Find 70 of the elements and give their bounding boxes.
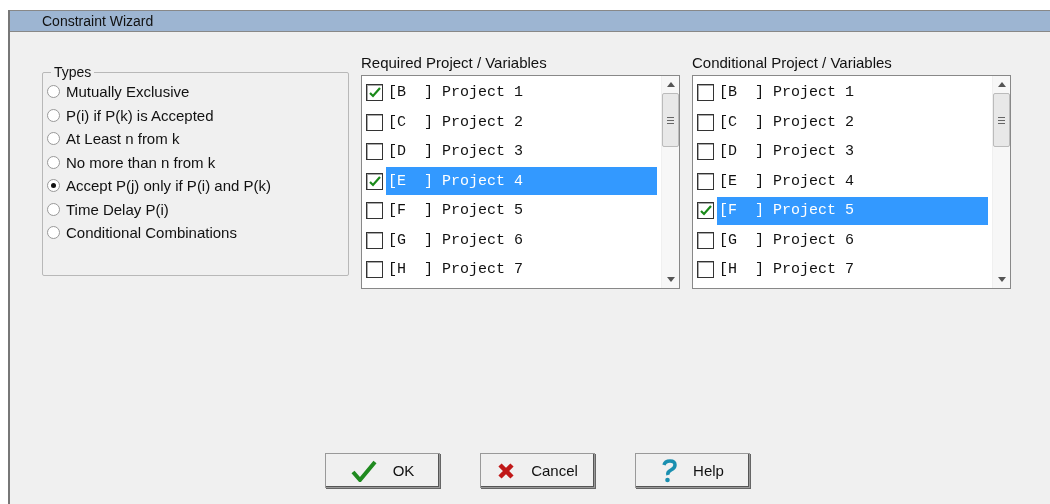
list-item[interactable]: [C ] Project 2 <box>386 108 657 137</box>
checkbox[interactable] <box>366 231 383 249</box>
list-item[interactable]: [E ] Project 4 <box>717 167 988 196</box>
radio-option[interactable]: Conditional Combinations <box>47 221 348 245</box>
list-item[interactable]: [D ] Project 3 <box>386 137 657 166</box>
radio-option[interactable]: Mutually Exclusive <box>47 80 348 104</box>
checkbox[interactable] <box>366 84 383 102</box>
radio-option[interactable]: Time Delay P(i) <box>47 197 348 221</box>
list-item[interactable]: [H ] Project 7 <box>717 255 988 284</box>
option-label: At Least n from k <box>66 130 180 148</box>
list-item[interactable]: [H ] Project 7 <box>386 255 657 284</box>
scroll-up-icon <box>666 82 675 87</box>
list-item[interactable]: [B ] Project 1 <box>386 78 657 107</box>
checkbox[interactable] <box>697 143 714 161</box>
scroll-down-icon <box>997 277 1006 282</box>
list-label: Required Project / Variables <box>361 54 548 71</box>
list-label: Conditional Project / Variables <box>692 54 893 71</box>
checkbox[interactable] <box>366 202 383 220</box>
checkbox[interactable] <box>697 231 714 249</box>
group-label: Types <box>53 64 93 80</box>
ok-button[interactable]: OK <box>325 453 440 488</box>
check-icon <box>368 87 381 99</box>
list-item[interactable]: [G ] Project 6 <box>386 226 657 255</box>
scroll-thumb[interactable] <box>662 93 679 147</box>
list-item[interactable]: [C ] Project 2 <box>717 108 988 137</box>
check-icon <box>368 175 381 187</box>
close-icon <box>497 461 516 480</box>
option-label: Accept P(j) only if P(i) and P(k) <box>66 177 272 195</box>
scroll-down-icon <box>666 277 675 282</box>
checkbox[interactable] <box>697 261 714 279</box>
radio-button[interactable] <box>47 85 60 99</box>
list-item[interactable]: [B ] Project 1 <box>717 78 988 107</box>
help-button[interactable]: Help <box>635 453 750 488</box>
cancel-button[interactable]: Cancel <box>480 453 595 488</box>
radio-button[interactable] <box>47 155 60 169</box>
radio-button[interactable] <box>47 108 60 122</box>
radio-option[interactable]: No more than n from k <box>47 150 348 174</box>
checkbox[interactable] <box>366 143 383 161</box>
window-title: Constraint Wizard <box>10 10 1050 32</box>
option-label: Time Delay P(i) <box>66 200 169 218</box>
radio-button[interactable] <box>47 132 60 146</box>
checkbox[interactable] <box>366 172 383 190</box>
checkbox[interactable] <box>697 84 714 102</box>
option-label: Conditional Combinations <box>66 224 237 242</box>
radio-option[interactable]: Accept P(j) only if P(i) and P(k) <box>47 174 348 198</box>
radio-button[interactable] <box>47 202 60 216</box>
checkbox[interactable] <box>366 261 383 279</box>
radio-option[interactable]: P(i) if P(k) is Accepted <box>47 103 348 127</box>
question-icon <box>661 458 678 483</box>
list-item[interactable]: [G ] Project 6 <box>717 226 988 255</box>
option-label: Mutually Exclusive <box>66 83 190 101</box>
check-icon <box>350 459 377 482</box>
radio-option[interactable]: At Least n from k <box>47 127 348 151</box>
checkbox[interactable] <box>697 202 714 220</box>
scrollbar[interactable] <box>661 76 679 288</box>
grip-icon <box>998 116 1005 124</box>
checkbox[interactable] <box>697 172 714 190</box>
checkbox[interactable] <box>366 113 383 131</box>
radio-button[interactable] <box>47 226 60 240</box>
scroll-thumb[interactable] <box>993 93 1010 147</box>
list-item[interactable]: [D ] Project 3 <box>717 137 988 166</box>
radio-button[interactable] <box>47 179 60 193</box>
scroll-up-icon <box>997 82 1006 87</box>
check-icon <box>699 205 712 217</box>
option-label: No more than n from k <box>66 153 216 171</box>
list-item[interactable]: [F ] Project 5 <box>386 196 657 225</box>
grip-icon <box>667 116 674 124</box>
scrollbar[interactable] <box>992 76 1010 288</box>
option-label: P(i) if P(k) is Accepted <box>66 106 214 124</box>
checkbox[interactable] <box>697 113 714 131</box>
